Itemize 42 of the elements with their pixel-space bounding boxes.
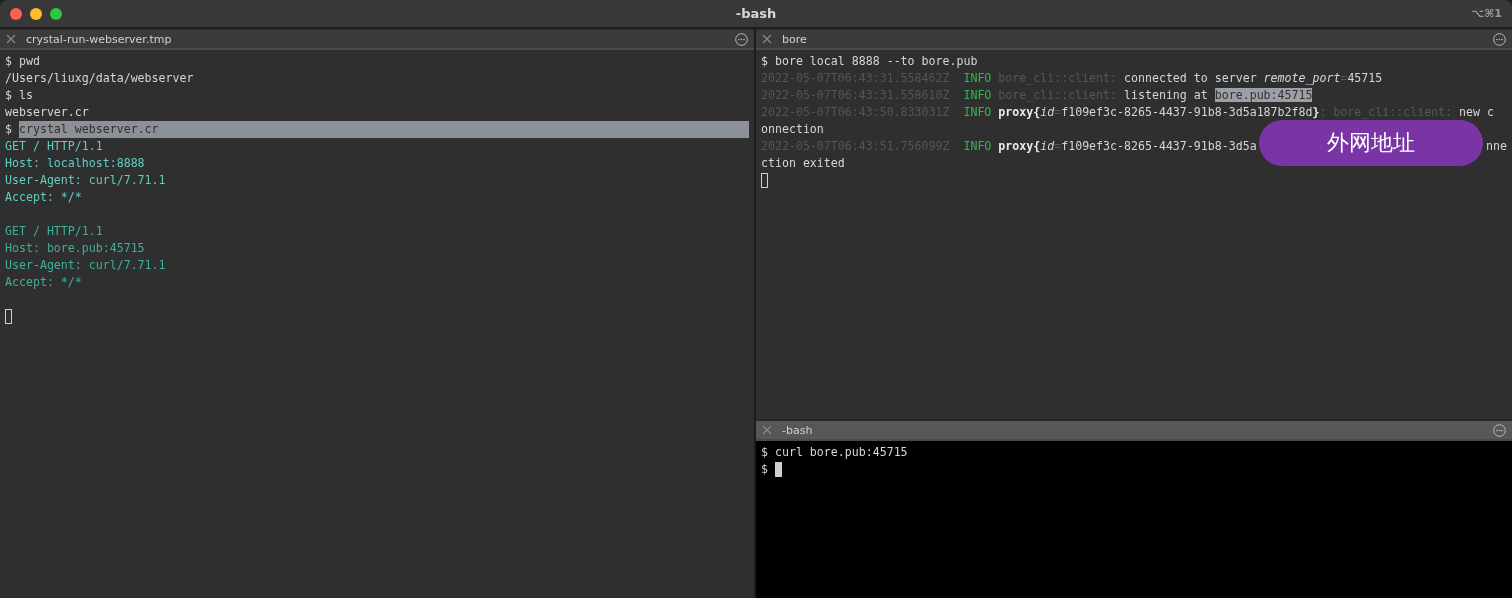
output-line: Host: bore.pub:45715 xyxy=(5,240,145,257)
more-icon[interactable] xyxy=(735,32,748,46)
pane-tab[interactable]: bore xyxy=(756,28,1512,50)
more-icon[interactable] xyxy=(1493,423,1506,437)
output-line: User-Agent: curl/7.71.1 xyxy=(5,172,166,189)
zoom-window-button[interactable] xyxy=(50,7,62,20)
close-window-button[interactable] xyxy=(10,7,22,20)
pane-tab[interactable]: crystal-run-webserver.tmp xyxy=(0,28,754,50)
output-line: Host: localhost:8888 xyxy=(5,155,145,172)
log-fragment: nne xyxy=(1486,138,1507,155)
output-line: ction exited xyxy=(761,155,845,172)
pane-tab[interactable]: -bash xyxy=(756,419,1512,441)
output-line: GET / HTTP/1.1 xyxy=(5,138,103,155)
prompt: $ xyxy=(5,53,12,70)
cursor xyxy=(774,462,782,477)
more-icon[interactable] xyxy=(1493,32,1506,46)
prompt: $ xyxy=(5,87,12,104)
minimize-window-button[interactable] xyxy=(30,7,42,20)
command-text: curl bore.pub:45715 xyxy=(774,444,908,461)
prompt: $ xyxy=(761,461,768,478)
output-line: User-Agent: curl/7.71.1 xyxy=(5,257,166,274)
close-icon[interactable] xyxy=(762,34,772,44)
output-line: webserver.cr xyxy=(5,104,89,121)
prompt: $ xyxy=(761,53,768,70)
shortcut-label: ⌥⌘1 xyxy=(1471,7,1502,20)
prompt: $ xyxy=(761,444,768,461)
output-line: Accept: */* xyxy=(5,189,82,206)
output-line: GET / HTTP/1.1 xyxy=(5,223,103,240)
close-icon[interactable] xyxy=(6,34,16,44)
output-line: /Users/liuxg/data/webserver xyxy=(5,70,194,87)
close-icon[interactable] xyxy=(762,425,772,435)
output-line: onnection xyxy=(761,121,824,138)
command-text: ls xyxy=(18,87,33,104)
command-text: bore local 8888 --to bore.pub xyxy=(774,53,978,70)
output-line: Accept: */* xyxy=(5,274,82,291)
callout-label: 外网地址 xyxy=(1259,120,1483,166)
selected-command: crystal webserver.cr xyxy=(18,121,749,138)
prompt: $ xyxy=(5,121,12,138)
cursor xyxy=(5,309,12,324)
window-title: -bash xyxy=(735,6,777,21)
command-text: pwd xyxy=(18,53,40,70)
cursor xyxy=(761,173,768,188)
